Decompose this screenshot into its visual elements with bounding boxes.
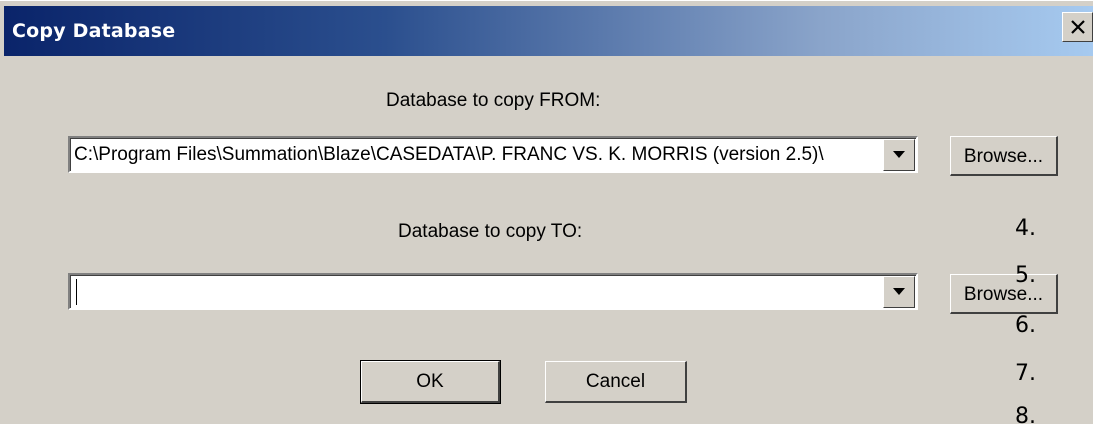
text-cursor [76, 279, 77, 305]
overlay-number-7: 7. [1015, 361, 1036, 386]
close-icon [1071, 20, 1085, 34]
chevron-down-icon [893, 151, 905, 158]
to-label: Database to copy TO: [398, 221, 583, 242]
to-browse-button[interactable]: Browse... [950, 274, 1058, 314]
from-browse-button[interactable]: Browse... [950, 136, 1058, 176]
cancel-button[interactable]: Cancel [545, 361, 687, 403]
ok-label: OK [416, 371, 444, 392]
ok-button[interactable]: OK [360, 360, 501, 404]
close-button[interactable] [1062, 12, 1093, 42]
overlay-number-5: 5. [1015, 263, 1036, 288]
overlay-number-8: 8. [1015, 404, 1036, 424]
copy-database-dialog: Copy Database Database to copy FROM: C:\… [0, 0, 1093, 424]
to-dropdown-button[interactable] [883, 276, 915, 308]
from-path-combobox[interactable]: C:\Program Files\Summation\Blaze\CASEDAT… [68, 136, 918, 173]
overlay-number-4: 4. [1015, 216, 1036, 241]
chevron-down-icon [893, 288, 905, 295]
title-bar[interactable]: Copy Database [4, 6, 1093, 56]
from-path-value: C:\Program Files\Summation\Blaze\CASEDAT… [74, 144, 824, 165]
window-title: Copy Database [12, 20, 176, 42]
from-browse-label: Browse... [963, 146, 1044, 167]
cancel-label: Cancel [585, 371, 646, 392]
to-path-combobox[interactable] [68, 273, 918, 310]
overlay-number-6: 6. [1015, 313, 1036, 338]
from-dropdown-button[interactable] [883, 139, 915, 171]
from-label: Database to copy FROM: [386, 90, 601, 111]
